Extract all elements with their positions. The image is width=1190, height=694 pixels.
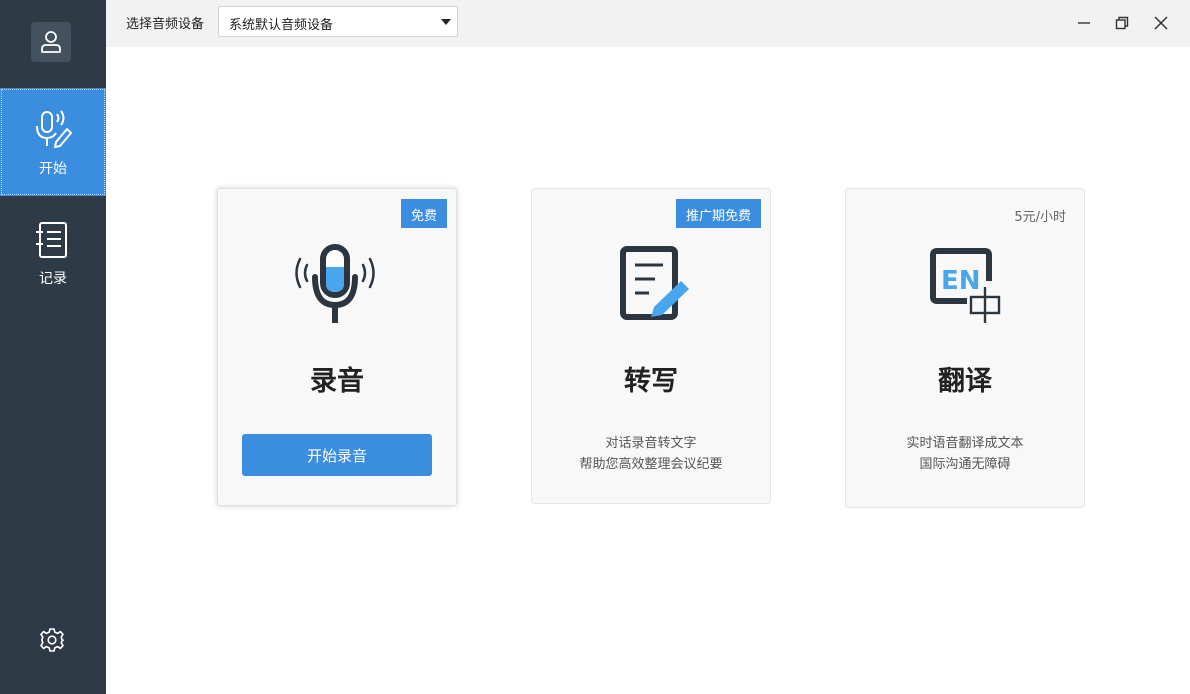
sidebar-item-start[interactable]: 开始 [0, 88, 106, 196]
audio-device-select[interactable]: 系统默认音频设备 [218, 6, 458, 37]
card-title: 录音 [310, 366, 364, 397]
card-description: 实时语音翻译成文本 国际沟通无障碍 [846, 433, 1084, 475]
card-title: 转写 [624, 366, 678, 397]
sidebar-item-records[interactable]: 记录 [0, 198, 106, 306]
restore-icon [1115, 16, 1129, 30]
card-description: 对话录音转文字 帮助您高效整理会议纪要 [532, 433, 770, 475]
minimize-button[interactable] [1070, 10, 1098, 36]
card-title: 翻译 [938, 366, 992, 397]
sidebar: 开始 记录 [0, 0, 106, 694]
card-description-line: 实时语音翻译成文本 [906, 436, 1024, 451]
user-icon [41, 31, 61, 53]
caret-down-icon [441, 19, 451, 25]
microphone-icon [218, 243, 456, 327]
close-icon [1154, 16, 1168, 30]
minimize-icon [1078, 22, 1090, 24]
card-description-line: 帮助您高效整理会议纪要 [579, 457, 723, 472]
transcribe-card[interactable]: 推广期免费 转写 对话录音转文字 帮助您高效整理会议纪要 [531, 188, 771, 504]
top-bar: 选择音频设备 系统默认音频设备 [106, 0, 1190, 47]
close-button[interactable] [1147, 10, 1175, 36]
record-card[interactable]: 免费 录音 开始录音 [217, 188, 457, 506]
svg-text:EN: EN [941, 266, 981, 296]
notebook-icon [35, 218, 71, 262]
user-avatar[interactable] [31, 22, 71, 62]
promo-free-badge: 推广期免费 [675, 199, 761, 228]
card-description-line: 对话录音转文字 [605, 436, 697, 451]
audio-device-selected-value: 系统默认音频设备 [229, 18, 334, 33]
card-description-line: 国际沟通无障碍 [919, 457, 1011, 472]
translate-en-zh-icon: EN [846, 243, 1084, 327]
price-label: 5元/小时 [1014, 210, 1066, 225]
gear-icon [40, 628, 64, 652]
microphone-pen-icon [31, 108, 75, 152]
restore-button[interactable] [1108, 10, 1136, 36]
sidebar-item-label: 记录 [39, 271, 67, 287]
document-edit-icon [532, 243, 770, 327]
start-recording-button[interactable]: 开始录音 [242, 434, 432, 476]
translate-card[interactable]: 5元/小时 EN 翻译 实时语音翻译成文本 国际沟通无障碍 [845, 188, 1085, 508]
app-window: 开始 记录 选择音频设备 系统默认音频设备 免费 录音 开始录音 推广期免费 转… [0, 0, 1190, 694]
settings-button[interactable] [38, 626, 66, 654]
audio-device-label: 选择音频设备 [126, 17, 205, 32]
free-badge: 免费 [400, 199, 447, 228]
sidebar-item-label: 开始 [39, 161, 67, 177]
